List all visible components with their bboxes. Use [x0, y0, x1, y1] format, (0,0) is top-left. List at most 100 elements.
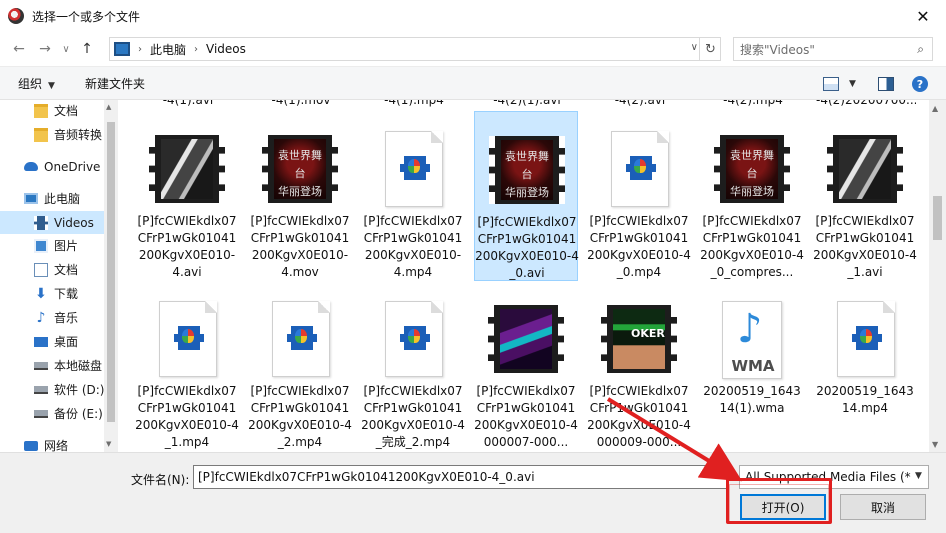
file-item[interactable]: 袁世界舞台 华丽登场 [P]fcCWIEkdlx07CFrP1wGk01041200…: [474, 111, 579, 281]
balloon-icon: [182, 329, 194, 343]
thumbnail-caption: 袁世界舞台 华丽登场: [276, 147, 324, 201]
file-item[interactable]: [P]fcCWIEkdlx07CFrP1wGk01041200KgvX0E010…: [135, 281, 239, 451]
file-item[interactable]: [P]fcCWIEkdlx07CFrP1wGk01041200KgvX0E010…: [813, 111, 917, 281]
partial-file-label[interactable]: -4(1).mov: [251, 100, 351, 107]
folder-icon: [34, 127, 48, 142]
sidebar-item-2[interactable]: OneDrive: [0, 155, 118, 178]
file-list-scrollbar[interactable]: [929, 100, 946, 452]
back-button[interactable]: ←: [6, 36, 32, 62]
thumbnail-frame: [500, 309, 552, 369]
search-input[interactable]: 搜索"Videos" ⌕: [733, 37, 933, 61]
file-list-scroll-thumb[interactable]: [933, 196, 942, 240]
partial-file-label[interactable]: -4(2)(1).avi: [477, 100, 577, 107]
file-name: [P]fcCWIEkdlx07CFrP1wGk01041200KgvX0E010…: [137, 214, 237, 279]
film-strip-icon: 袁世界舞台 华丽登场: [714, 135, 790, 203]
file-name: [P]fcCWIEkdlx07CFrP1wGk01041200KgvX0E010…: [363, 214, 463, 279]
sidebar-item-13[interactable]: 网络: [0, 434, 118, 452]
sidebar-item-9[interactable]: 桌面: [0, 330, 118, 353]
sidebar-item-label: 此电脑: [44, 192, 81, 206]
thumbnail-frame: [161, 139, 213, 199]
file-item[interactable]: [P]fcCWIEkdlx07CFrP1wGk01041200KgvX0E010…: [248, 281, 352, 451]
video-file-icon: [827, 301, 903, 377]
sidebar-item-1[interactable]: 音频转换: [0, 123, 118, 146]
sidebar-item-3[interactable]: 此电脑: [0, 187, 118, 210]
forward-arrow-icon: →: [39, 41, 51, 57]
partial-file-label[interactable]: -4(2).mp4: [703, 100, 803, 107]
refresh-button[interactable]: ↻: [699, 37, 721, 61]
desktop-icon: [34, 336, 48, 347]
up-arrow-icon: ↑: [81, 41, 93, 57]
sidebar-item-11[interactable]: 软件 (D:): [0, 378, 118, 401]
breadcrumb-this-pc[interactable]: 此电脑: [150, 41, 186, 58]
annotation-arrow: [606, 397, 743, 482]
partial-file-label[interactable]: -4(2).avi: [590, 100, 690, 107]
address-dropdown-icon[interactable]: ∨: [691, 42, 698, 53]
partial-file-label[interactable]: -4(2)20200700...: [816, 100, 916, 107]
help-button[interactable]: ?: [912, 75, 928, 93]
sidebar-item-10[interactable]: 本地磁盘: [0, 354, 118, 377]
view-options-button[interactable]: ▼: [823, 75, 856, 93]
organize-label: 组织: [18, 76, 43, 91]
sidebar-item-4[interactable]: Videos: [0, 211, 118, 234]
file-item[interactable]: [P]fcCWIEkdlx07CFrP1wGk01041200KgvX0E010…: [474, 281, 578, 451]
up-button[interactable]: ↑: [74, 36, 100, 62]
title-bar: 选择一个或多个文件 ✕: [0, 0, 946, 32]
sidebar-item-label: 备份 (E:): [54, 407, 103, 421]
file-item[interactable]: [P]fcCWIEkdlx07CFrP1wGk01041200KgvX0E010…: [135, 111, 239, 281]
thumbnail-frame: 袁世界舞台 华丽登场: [274, 139, 326, 199]
sidebar-item-label: 文档: [54, 263, 79, 277]
sidebar-item-12[interactable]: 备份 (E:): [0, 402, 118, 425]
address-bar[interactable]: › 此电脑 › Videos ∨ ↻: [109, 37, 721, 61]
cancel-button[interactable]: 取消: [840, 494, 926, 520]
computer-icon: [24, 193, 38, 204]
organize-button[interactable]: 组织 ▼: [18, 75, 55, 92]
video-thumbnail: 袁世界舞台 华丽登场: [489, 132, 565, 208]
close-button[interactable]: ✕: [900, 0, 946, 32]
sidebar-item-6[interactable]: 文档: [0, 258, 118, 281]
sidebar-item-7[interactable]: ⬇ 下载: [0, 282, 118, 305]
thumbnail-caption-line: 袁世界舞台: [730, 149, 774, 180]
scroll-down-icon[interactable]: ▼: [106, 440, 111, 448]
video-icon: [34, 215, 48, 230]
new-folder-button[interactable]: 新建文件夹: [85, 75, 145, 92]
sidebar-item-label: 桌面: [54, 335, 79, 349]
dropdown-arrow-icon: ▼: [849, 79, 856, 89]
file-name: [P]fcCWIEkdlx07CFrP1wGk01041200KgvX0E010…: [813, 214, 917, 279]
recent-locations-button[interactable]: ∨: [58, 36, 74, 62]
file-item[interactable]: 袁世界舞台 华丽登场 [P]fcCWIEkdlx07CFrP1wGk01041200…: [700, 111, 804, 281]
search-icon[interactable]: ⌕: [917, 42, 924, 57]
filename-label: 文件名(N):: [131, 473, 190, 487]
sidebar-item-label: 图片: [54, 239, 79, 253]
breadcrumb-separator-icon: ›: [194, 43, 199, 55]
sidebar-item-0[interactable]: 文档: [0, 100, 118, 122]
sidebar-item-5[interactable]: 图片: [0, 234, 118, 257]
sidebar-item-label: 软件 (D:): [54, 383, 105, 397]
breadcrumb-videos[interactable]: Videos: [206, 42, 246, 56]
scroll-up-icon[interactable]: ▲: [932, 104, 938, 113]
scroll-up-icon[interactable]: ▲: [106, 103, 111, 111]
file-type-dropdown-icon[interactable]: ▼: [915, 471, 922, 481]
music-note-icon: ♪: [737, 306, 763, 352]
file-item[interactable]: [P]fcCWIEkdlx07CFrP1wGk01041200KgvX0E010…: [361, 111, 465, 281]
thumbnail-frame: 袁世界舞台 华丽登场: [501, 140, 553, 200]
thumbnail-frame: [839, 139, 891, 199]
sidebar-item-label: OneDrive: [44, 159, 101, 174]
preview-pane-button[interactable]: [878, 75, 894, 93]
partial-file-label[interactable]: -4(1).avi: [138, 100, 238, 107]
document-icon: ♪ WMA: [722, 301, 782, 379]
forward-button[interactable]: →: [32, 36, 58, 62]
file-item[interactable]: 20200519_164314.mp4: [813, 281, 917, 451]
sidebar-scroll-thumb[interactable]: [107, 122, 115, 422]
file-item[interactable]: [P]fcCWIEkdlx07CFrP1wGk01041200KgvX0E010…: [361, 281, 465, 451]
partial-file-label[interactable]: -4(1).mp4: [364, 100, 464, 107]
video-file-icon: [375, 131, 451, 207]
document-icon: [272, 301, 330, 377]
file-item[interactable]: [P]fcCWIEkdlx07CFrP1wGk01041200KgvX0E010…: [587, 111, 691, 281]
balloon-icon: [408, 329, 420, 343]
file-item[interactable]: 袁世界舞台 华丽登场 [P]fcCWIEkdlx07CFrP1wGk01041200…: [248, 111, 352, 281]
document-icon: [837, 301, 895, 377]
sidebar-item-8[interactable]: ♪ 音乐: [0, 306, 118, 329]
refresh-icon: ↻: [705, 41, 716, 57]
scroll-down-icon[interactable]: ▼: [932, 440, 938, 449]
drive-icon: [34, 385, 48, 394]
